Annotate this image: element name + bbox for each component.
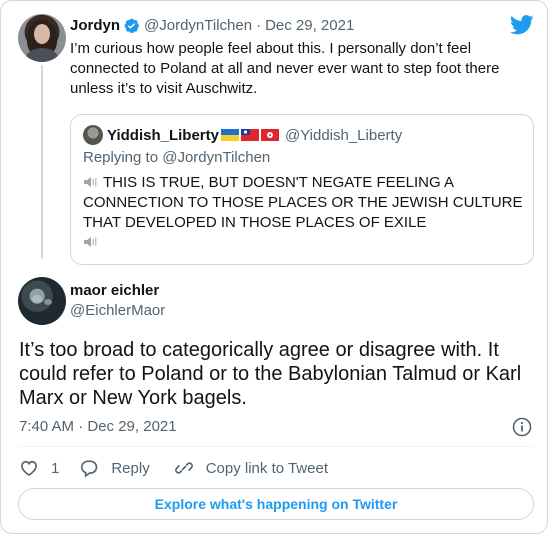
link-icon xyxy=(174,462,193,474)
twitter-bird-icon[interactable] xyxy=(510,15,534,35)
divider xyxy=(18,446,534,447)
main-display-name[interactable]: maor eichler xyxy=(70,282,159,299)
verified-badge-icon xyxy=(124,18,139,33)
taiwan-flag-icon xyxy=(240,129,259,141)
reply-bubble-icon xyxy=(81,460,98,478)
ukraine-flag-icon xyxy=(220,129,239,141)
copy-link-button[interactable]: Copy link to Tweet xyxy=(174,458,328,478)
parent-tweet-header: Jordyn @JordynTilchen · Dec 29, 2021 xyxy=(70,15,354,35)
reply-label: Reply xyxy=(111,459,150,477)
avatar-maor-eichler[interactable] xyxy=(18,277,66,325)
parent-date[interactable]: Dec 29, 2021 xyxy=(265,17,354,34)
quoted-tweet-text: THIS IS TRUE, BUT DOESN'T NEGATE FEELING… xyxy=(83,174,523,231)
quoted-tweet-header: Yiddish_Liberty @Yiddish_Liberty xyxy=(107,125,402,145)
like-count: 1 xyxy=(51,459,60,477)
info-icon[interactable] xyxy=(512,417,532,437)
avatar-yiddish-liberty xyxy=(83,125,103,145)
like-button[interactable]: 1 xyxy=(19,458,59,478)
loudspeaker-icon xyxy=(84,237,97,247)
reply-button[interactable]: Reply xyxy=(79,458,150,478)
avatar-jordyn[interactable] xyxy=(18,14,66,62)
loudspeaker-icon xyxy=(84,177,97,187)
parent-tweet-text: I’m curious how people feel about this. … xyxy=(70,40,500,97)
heart-icon xyxy=(21,460,37,477)
replying-to: Replying to @JordynTilchen xyxy=(83,149,271,166)
explore-twitter-button[interactable]: Explore what's happening on Twitter xyxy=(18,488,534,520)
separator-dot: · xyxy=(256,16,262,34)
parent-handle[interactable]: @JordynTilchen xyxy=(144,17,252,34)
quoted-display-name: Yiddish_Liberty xyxy=(107,126,219,144)
main-timestamp[interactable]: 7:40 AM · Dec 29, 2021 xyxy=(19,418,177,435)
quoted-tweet-text-block: THIS IS TRUE, BUT DOESN'T NEGATE FEELING… xyxy=(83,173,523,253)
hong-kong-flag-icon xyxy=(260,129,279,141)
action-bar: 1 Reply Copy link to Tweet xyxy=(19,457,328,479)
quoted-handle: @Yiddish_Liberty xyxy=(284,126,403,144)
main-tweet-text: It’s too broad to categorically agree or… xyxy=(19,339,522,409)
quoted-tweet[interactable]: Yiddish_Liberty @Yiddish_Liberty Replyin… xyxy=(70,114,534,265)
copy-link-label: Copy link to Tweet xyxy=(205,459,328,477)
thread-line xyxy=(41,65,43,259)
main-handle[interactable]: @EichlerMaor xyxy=(70,302,165,319)
parent-display-name[interactable]: Jordyn xyxy=(70,17,120,34)
embedded-tweet-card: Jordyn @JordynTilchen · Dec 29, 2021 I’m… xyxy=(0,0,548,534)
